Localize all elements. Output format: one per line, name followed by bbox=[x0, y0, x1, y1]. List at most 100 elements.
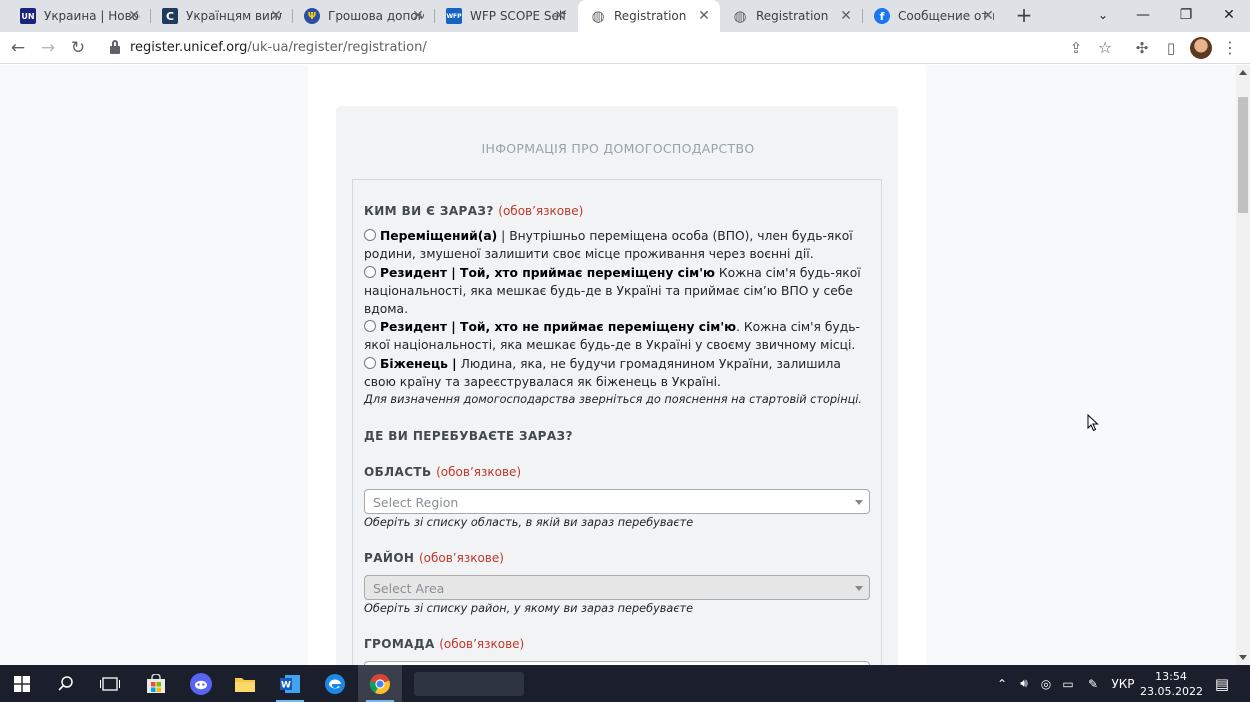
required-marker: (обов’язкове) bbox=[498, 204, 584, 218]
area-select-placeholder: Select Area bbox=[373, 581, 445, 596]
lock-icon[interactable] bbox=[110, 40, 120, 54]
section-title: ІНФОРМАЦІЯ ПРО ДОМОГОСПОДАРСТВО bbox=[481, 141, 755, 156]
mouse-cursor-icon bbox=[1087, 414, 1099, 432]
tab-ukraine-news[interactable]: UN Украина | Новост ✕ bbox=[8, 0, 150, 32]
edge-button[interactable] bbox=[313, 665, 357, 702]
dropdown-arrow-icon bbox=[855, 500, 863, 505]
radio-refugee[interactable] bbox=[364, 357, 376, 369]
area-label-text: РАЙОН bbox=[364, 551, 415, 565]
option-title: Біженець | bbox=[380, 357, 457, 371]
menu-kebab-icon[interactable]: ⋮ bbox=[1218, 36, 1242, 60]
store-button[interactable] bbox=[134, 665, 178, 702]
tab-facebook-message[interactable]: f Сообщение от п ✕ bbox=[862, 0, 1004, 32]
globe-icon: ◍ bbox=[591, 7, 605, 25]
minimize-button[interactable]: — bbox=[1123, 0, 1163, 30]
restore-button[interactable]: ❐ bbox=[1166, 0, 1206, 30]
radio-host-resident[interactable] bbox=[364, 266, 376, 278]
option-title: Переміщений(а) bbox=[380, 229, 498, 243]
scroll-up-arrow-icon[interactable] bbox=[1239, 70, 1247, 75]
required-marker: (обов’язкове) bbox=[418, 551, 504, 565]
tablet-icon[interactable]: ▭ bbox=[1058, 665, 1078, 702]
url-path: /uk-ua/register/registration/ bbox=[247, 40, 427, 55]
language-indicator[interactable]: УКР bbox=[1108, 665, 1138, 702]
area-select[interactable]: Select Area bbox=[364, 575, 870, 600]
globe-icon: ◍ bbox=[733, 7, 747, 25]
close-icon[interactable]: ✕ bbox=[552, 8, 568, 24]
where-label: ДЕ ВИ ПЕРЕБУВАЄТЕ ЗАРАЗ? bbox=[364, 429, 573, 443]
tab-registration[interactable]: ◍ Registration ✕ bbox=[720, 0, 862, 32]
close-icon[interactable]: ✕ bbox=[268, 8, 284, 24]
close-icon[interactable]: ✕ bbox=[838, 8, 854, 24]
option-non-host-resident[interactable]: Резидент | Той, хто не приймає переміщен… bbox=[364, 318, 864, 354]
tab-strip: UN Украина | Новост ✕ C Українцям випла … bbox=[0, 0, 1250, 32]
close-icon[interactable]: ✕ bbox=[126, 8, 142, 24]
task-view-button[interactable] bbox=[88, 665, 132, 702]
edge-icon bbox=[325, 673, 345, 694]
tab-cash-assistance[interactable]: Ψ Грошова допомо ✕ bbox=[292, 0, 434, 32]
discord-button[interactable] bbox=[179, 665, 223, 702]
start-button[interactable] bbox=[0, 665, 44, 702]
wfp-icon: WFP bbox=[446, 8, 462, 24]
region-label: ОБЛАСТЬ (обов’язкове) bbox=[364, 465, 521, 479]
url-text[interactable]: register.unicef.org/uk-ua/register/regis… bbox=[130, 40, 427, 55]
tab-registration-active[interactable]: ◍ Registration ✕ bbox=[578, 0, 720, 32]
who-label: КИМ ВИ Є ЗАРАЗ? (обов’язкове) bbox=[364, 204, 583, 218]
network-icon[interactable]: ◎ bbox=[1036, 665, 1056, 702]
area-hint: Оберіть зі списку район, у якому ви зара… bbox=[364, 602, 694, 615]
new-tab-button[interactable]: + bbox=[1013, 4, 1035, 26]
household-hint: Для визначення домогосподарства зверніть… bbox=[364, 393, 862, 406]
scroll-down-arrow-icon[interactable] bbox=[1239, 655, 1247, 660]
radio-non-host-resident[interactable] bbox=[364, 320, 376, 332]
option-refugee[interactable]: Біженець | Людина, яка, не будучи громад… bbox=[364, 355, 864, 391]
back-arrow-icon[interactable]: ← bbox=[6, 36, 30, 60]
page-scrollbar[interactable] bbox=[1236, 65, 1250, 665]
who-label-text: КИМ ВИ Є ЗАРАЗ? bbox=[364, 204, 494, 218]
discord-icon bbox=[190, 672, 212, 695]
search-icon bbox=[58, 675, 73, 691]
folder-icon bbox=[235, 677, 255, 692]
reload-icon[interactable]: ↻ bbox=[66, 36, 90, 60]
un-icon: UN bbox=[20, 8, 36, 24]
community-label-text: ГРОМАДА bbox=[364, 637, 435, 651]
tab-wfp-scope[interactable]: WFP WFP SCOPE Self R ✕ bbox=[434, 0, 576, 32]
chrome-button[interactable] bbox=[358, 665, 402, 702]
area-label: РАЙОН (обов’язкове) bbox=[364, 551, 504, 565]
option-host-resident[interactable]: Резидент | Той, хто приймає переміщену с… bbox=[364, 264, 864, 319]
close-window-button[interactable]: ✕ bbox=[1209, 0, 1249, 30]
bookmark-star-icon[interactable]: ☆ bbox=[1093, 36, 1117, 60]
side-panel-icon[interactable]: ▯ bbox=[1159, 36, 1183, 60]
word-button[interactable]: W bbox=[268, 665, 312, 702]
profile-avatar[interactable] bbox=[1190, 37, 1212, 59]
radio-displaced[interactable] bbox=[364, 229, 376, 241]
option-displaced[interactable]: Переміщений(а) | Внутрішньо переміщена о… bbox=[364, 227, 864, 263]
search-button[interactable] bbox=[44, 665, 88, 702]
region-select-placeholder: Select Region bbox=[373, 495, 459, 510]
notifications-icon[interactable]: ▤ bbox=[1208, 665, 1236, 702]
browser-toolbar: ← → ↻ register.unicef.org/uk-ua/register… bbox=[0, 32, 1250, 64]
blurred-taskbar-item[interactable] bbox=[404, 665, 534, 702]
tab-search-chevron-icon[interactable]: ⌄ bbox=[1083, 0, 1123, 30]
pen-icon[interactable]: ✎ bbox=[1082, 665, 1104, 702]
scrollbar-thumb[interactable] bbox=[1238, 97, 1248, 213]
facebook-icon: f bbox=[874, 8, 890, 24]
close-icon[interactable]: ✕ bbox=[410, 8, 426, 24]
windows-taskbar: W ⌃ 🔊︎ ◎ ▭ ✎ УКР 13:54 23.05.2022 ▤ bbox=[0, 665, 1250, 702]
community-label: ГРОМАДА (обов’язкове) bbox=[364, 637, 524, 651]
required-marker: (обов’язкове) bbox=[439, 637, 525, 651]
share-icon[interactable]: ⇪ bbox=[1064, 36, 1088, 60]
show-hidden-icons-chevron-icon[interactable]: ⌃ bbox=[993, 665, 1011, 702]
close-icon[interactable]: ✕ bbox=[696, 8, 712, 24]
extensions-puzzle-icon[interactable]: ✣ bbox=[1130, 36, 1154, 60]
url-host: register.unicef.org bbox=[130, 40, 248, 55]
system-clock[interactable]: 13:54 23.05.2022 bbox=[1140, 669, 1203, 699]
region-select[interactable]: Select Region bbox=[364, 489, 870, 514]
volume-icon[interactable]: 🔊︎ bbox=[1013, 665, 1035, 702]
forward-arrow-icon[interactable]: → bbox=[36, 36, 60, 60]
close-icon[interactable]: ✕ bbox=[980, 8, 996, 24]
dropdown-arrow-icon bbox=[855, 586, 863, 591]
region-label-text: ОБЛАСТЬ bbox=[364, 465, 432, 479]
clock-time: 13:54 bbox=[1155, 670, 1187, 683]
file-explorer-button[interactable] bbox=[223, 665, 267, 702]
address-bar[interactable]: register.unicef.org/uk-ua/register/regis… bbox=[100, 35, 1125, 61]
tab-payments[interactable]: C Українцям випла ✕ bbox=[150, 0, 292, 32]
